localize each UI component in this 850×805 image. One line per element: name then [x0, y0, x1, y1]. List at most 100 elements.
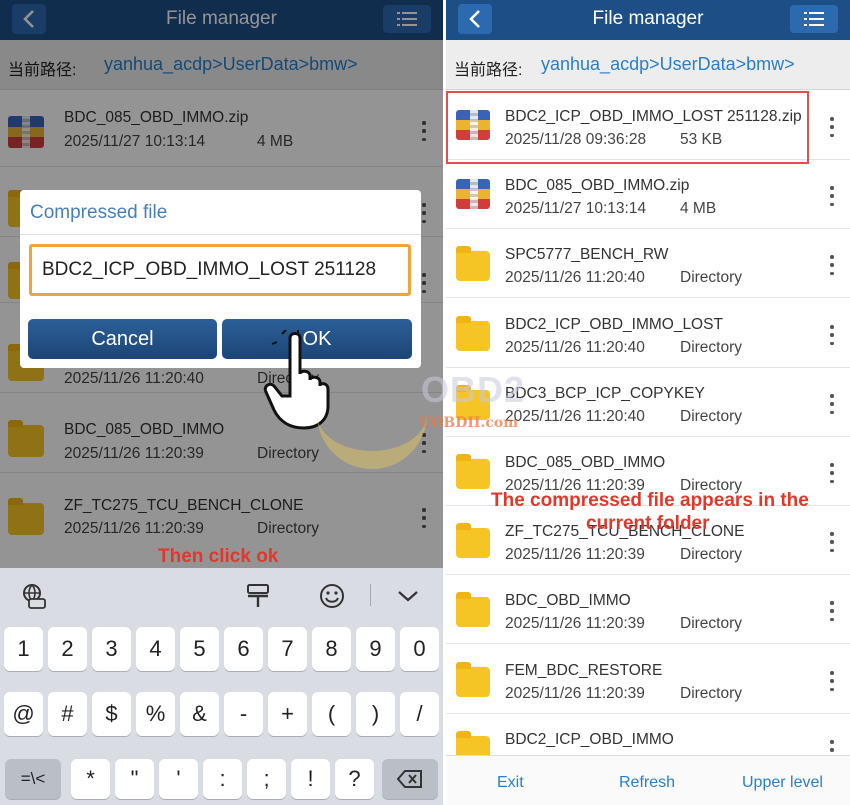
key[interactable]: 2: [48, 627, 87, 671]
bottom-action-bar: Exit Refresh Upper level: [446, 755, 850, 805]
path-bar: 当前路径: yanhua_acdp>UserData>bmw>: [446, 40, 850, 90]
path-label: 当前路径:: [454, 62, 523, 79]
list-item[interactable]: BDC_OBD_IMMO 2025/11/26 11:20:39 Directory: [446, 575, 850, 644]
key[interactable]: -: [224, 692, 263, 736]
key[interactable]: 5: [180, 627, 219, 671]
backspace-icon: [397, 770, 422, 788]
file-date: 2025/11/26 11:20:39: [505, 615, 645, 632]
list-item[interactable]: BDC3_BCP_ICP_COPYKEY 2025/11/26 11:20:40 D…: [446, 368, 850, 437]
key[interactable]: 7: [268, 627, 307, 671]
screenshot: File manager 当前路径: yanhua_acdp>UserData>…: [0, 0, 850, 805]
file-size: 4 MB: [680, 200, 717, 217]
folder-icon: [456, 662, 490, 697]
file-name: SPC5777_BENCH_RW: [505, 246, 669, 263]
key[interactable]: *: [71, 759, 110, 799]
key[interactable]: (: [312, 692, 351, 736]
compressed-file-dialog: Compressed file Cancel OK: [20, 190, 421, 368]
file-name: BDC2_ICP_OBD_IMMO: [505, 731, 674, 748]
key[interactable]: ;: [247, 759, 286, 799]
paint-brush-icon[interactable]: [244, 582, 272, 610]
more-options-icon[interactable]: [829, 255, 835, 275]
file-name: BDC_OBD_IMMO: [505, 592, 631, 609]
app-header: File manager: [446, 0, 850, 40]
more-options-icon[interactable]: [829, 601, 835, 621]
key[interactable]: 9: [356, 627, 395, 671]
key[interactable]: /: [400, 692, 439, 736]
file-name: BDC3_BCP_ICP_COPYKEY: [505, 385, 705, 402]
folder-icon: [456, 246, 490, 281]
key[interactable]: +: [268, 692, 307, 736]
file-name: BDC2_ICP_OBD_IMMO_LOST: [505, 316, 723, 333]
key[interactable]: 8: [312, 627, 351, 671]
file-date: 2025/11/26 11:20:40: [505, 269, 645, 286]
file-date: 2025/11/27 10:13:14: [505, 200, 647, 217]
more-options-icon[interactable]: [829, 463, 835, 483]
file-date: 2025/11/26 11:20:40: [505, 408, 645, 425]
key[interactable]: #: [48, 692, 87, 736]
file-type: Directory: [680, 615, 743, 632]
key[interactable]: &: [180, 692, 219, 736]
key[interactable]: @: [4, 692, 43, 736]
folder-icon: [456, 592, 490, 627]
file-type: Directory: [680, 546, 743, 563]
folder-icon: [456, 523, 490, 558]
key[interactable]: 4: [136, 627, 175, 671]
keyboard: 1234567890 @ # $% & - +() / =\< * " ':;!?: [0, 568, 443, 805]
upper-level-button[interactable]: Upper level: [742, 774, 823, 792]
file-date: 2025/11/26 11:20:39: [505, 546, 645, 563]
dialog-divider: [20, 234, 421, 235]
emoji-icon[interactable]: [318, 582, 346, 610]
key[interactable]: 6: [224, 627, 263, 671]
folder-icon: [456, 385, 490, 420]
file-name: BDC_085_OBD_IMMO.zip: [505, 177, 690, 194]
new-file-highlight: [446, 91, 809, 164]
folder-icon: [456, 454, 490, 489]
more-options-icon[interactable]: [829, 186, 835, 206]
key[interactable]: 1: [4, 627, 43, 671]
list-menu-icon: [804, 12, 824, 26]
file-name: FEM_BDC_RESTORE: [505, 662, 663, 679]
exit-button[interactable]: Exit: [497, 774, 524, 792]
file-type: Directory: [680, 685, 743, 702]
key[interactable]: ": [115, 759, 154, 799]
more-options-icon[interactable]: [829, 394, 835, 414]
cancel-button[interactable]: Cancel: [28, 319, 217, 359]
list-item[interactable]: SPC5777_BENCH_RW 2025/11/26 11:20:40 Direc…: [446, 229, 850, 298]
list-item[interactable]: BDC2_ICP_OBD_IMMO_LOST 2025/11/26 11:20:4…: [446, 299, 850, 368]
instruction-text: Then click ok: [158, 546, 279, 567]
chevron-down-icon[interactable]: [394, 582, 422, 610]
key[interactable]: %: [136, 692, 175, 736]
key[interactable]: ?: [335, 759, 374, 799]
language-globe-icon[interactable]: [20, 582, 48, 610]
symbol-switch-key[interactable]: =\<: [5, 759, 61, 799]
refresh-button[interactable]: Refresh: [619, 774, 675, 792]
key[interactable]: 3: [92, 627, 131, 671]
key[interactable]: 0: [400, 627, 439, 671]
more-options-icon[interactable]: [829, 532, 835, 552]
key[interactable]: $: [92, 692, 131, 736]
list-item[interactable]: BDC_085_OBD_IMMO.zip 2025/11/27 10:13:14 4…: [446, 160, 850, 229]
file-date: 2025/11/26 11:20:40: [505, 339, 645, 356]
right-phone-screen: File manager 当前路径: yanhua_acdp>UserData>…: [446, 0, 850, 805]
left-phone-screen: File manager 当前路径: yanhua_acdp>UserData>…: [0, 0, 443, 805]
file-type: Directory: [680, 408, 743, 425]
more-options-icon[interactable]: [829, 671, 835, 691]
list-item[interactable]: FEM_BDC_RESTORE 2025/11/26 11:20:39 Direct…: [446, 645, 850, 714]
more-options-icon[interactable]: [829, 117, 835, 137]
file-type: Directory: [680, 339, 743, 356]
file-type: Directory: [680, 269, 743, 286]
more-options-icon[interactable]: [829, 325, 835, 345]
backspace-key[interactable]: [382, 759, 438, 799]
path-breadcrumb[interactable]: yanhua_acdp>UserData>bmw>: [541, 54, 795, 75]
instruction-text: current folder: [586, 513, 710, 534]
key[interactable]: ): [356, 692, 395, 736]
filename-input[interactable]: [32, 247, 408, 293]
key[interactable]: ': [159, 759, 198, 799]
key[interactable]: !: [291, 759, 330, 799]
key[interactable]: :: [203, 759, 242, 799]
keyboard-toolbar: [0, 568, 443, 622]
pointer-hand-icon: [263, 330, 330, 430]
dialog-title: Compressed file: [30, 202, 168, 223]
menu-button[interactable]: [790, 5, 838, 33]
toolbar-divider: [370, 584, 371, 606]
